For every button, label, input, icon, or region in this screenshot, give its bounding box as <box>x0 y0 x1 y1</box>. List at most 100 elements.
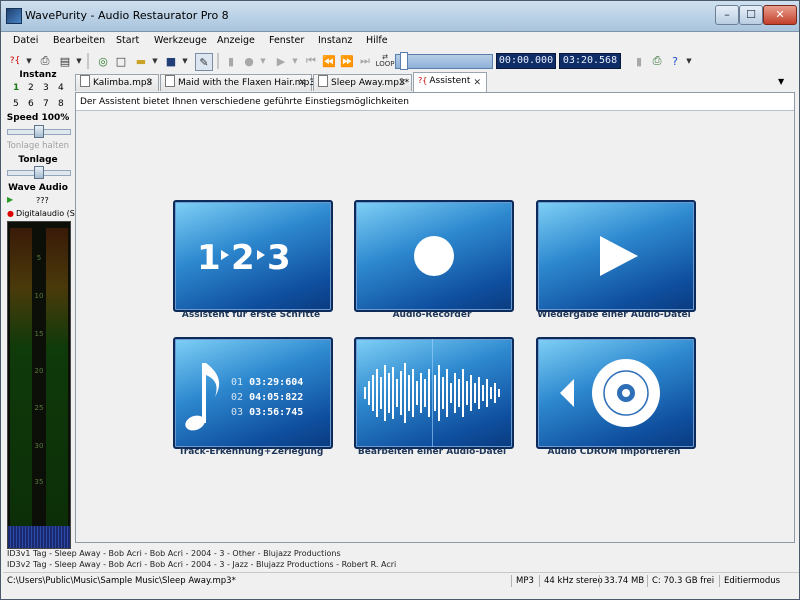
instance-2[interactable]: 2 <box>28 83 34 93</box>
tonlage-slider[interactable] <box>7 166 71 179</box>
close-icon[interactable]: ✕ <box>145 75 153 91</box>
tile-erste-schritte[interactable]: 1 2 3 <box>173 200 333 312</box>
record-icon <box>414 236 454 276</box>
fast-forward-icon[interactable]: ⏩ <box>339 53 355 69</box>
vu-tick: 25 <box>34 404 44 412</box>
skip-start-icon[interactable]: ⏮ <box>303 53 319 69</box>
assistant-info: Der Assistent bietet Ihnen verschiedene … <box>76 93 794 111</box>
open-folder-icon[interactable]: ▬ <box>133 53 149 69</box>
close-icon[interactable]: ✕ <box>473 75 481 91</box>
instance-5[interactable]: 5 <box>13 99 19 109</box>
loop-icon[interactable]: ⇄ LOOP <box>375 53 395 69</box>
instance-1[interactable]: 1 <box>13 83 19 93</box>
vu-right-channel <box>46 228 68 528</box>
vu-tick: 5 <box>36 254 42 262</box>
chevron-down-icon[interactable]: ▼ <box>259 53 267 69</box>
instanz-label: Instanz <box>19 70 57 80</box>
steps-123-icon: 1 2 3 <box>197 238 291 278</box>
document-icon <box>80 75 90 87</box>
menu-bearbeiten[interactable]: Bearbeiten <box>53 35 105 46</box>
instance-8[interactable]: 8 <box>58 99 64 109</box>
instance-3[interactable]: 3 <box>43 83 49 93</box>
menu-start[interactable]: Start <box>116 35 139 46</box>
tab-label: Assistent <box>429 76 471 86</box>
track-row: 03 03:56:745 <box>231 405 303 420</box>
tonlage-slider-knob[interactable] <box>34 166 44 179</box>
play-button[interactable]: ▶ <box>273 53 289 69</box>
tile-label: Audio CDROM importieren <box>547 447 681 457</box>
menu-datei[interactable]: Datei <box>13 35 38 46</box>
menu-hilfe[interactable]: Hilfe <box>366 35 388 46</box>
assistant-toggle-icon[interactable]: ✎ <box>195 53 213 71</box>
printer-icon[interactable]: ⎙ <box>649 53 665 69</box>
instance-6[interactable]: 6 <box>28 99 34 109</box>
track-time: 04:05:822 <box>249 392 304 403</box>
stop-icon[interactable]: ▮ <box>223 53 239 69</box>
skip-end-icon[interactable]: ⏭ <box>357 53 373 69</box>
tonlage-label: Tonlage <box>18 155 58 165</box>
app-icon[interactable] <box>6 8 22 24</box>
menu-fenster[interactable]: Fenster <box>269 35 304 46</box>
speed-slider[interactable] <box>7 125 71 138</box>
new-file-icon[interactable]: □ <box>113 53 129 69</box>
help-context-icon[interactable]: ?{ <box>7 53 23 69</box>
help-icon[interactable]: ? <box>667 53 683 69</box>
cdrom-icon <box>560 359 660 427</box>
status-bar: C:\Users\Public\Music\Sample Music\Sleep… <box>3 572 799 589</box>
chevron-down-icon[interactable]: ▼ <box>25 53 33 69</box>
instance-4[interactable]: 4 <box>58 83 64 93</box>
track-number: 03 <box>231 407 244 418</box>
chevron-down-icon[interactable]: ▼ <box>685 53 693 69</box>
chevron-down-icon[interactable]: ▼ <box>181 53 189 69</box>
vu-tick: 35 <box>34 478 44 486</box>
record-indicator-icon: ● <box>7 209 14 218</box>
menu-bar: Datei Bearbeiten Start Werkzeuge Anzeige… <box>1 32 799 50</box>
close-icon[interactable]: ✕ <box>398 75 406 91</box>
menu-instanz[interactable]: Instanz <box>318 35 352 46</box>
position-slider-thumb[interactable] <box>399 52 408 70</box>
chevron-down-icon[interactable]: ▼ <box>291 53 299 69</box>
audio-device-label: Digitalaudio (S/ <box>16 209 78 218</box>
print-icon[interactable]: ⎙ <box>37 53 53 69</box>
position-slider[interactable] <box>395 54 493 69</box>
vu-left-channel <box>10 228 32 528</box>
properties-icon[interactable]: ▤ <box>57 53 73 69</box>
close-icon[interactable]: ✕ <box>298 75 306 91</box>
speed-slider-knob[interactable] <box>34 125 44 138</box>
tab-label: Maid with the Flaxen Hair.mp3 <box>178 78 316 88</box>
length-time-display: 03:20.568 <box>559 53 621 69</box>
title-bar[interactable]: WavePurity - Audio Restaurator Pro 8 – ☐… <box>1 1 799 32</box>
rewind-icon[interactable]: ⏪ <box>321 53 337 69</box>
tile-track-erkennung[interactable]: 01 03:29:604 02 04:05:822 03 03:56:745 <box>173 337 333 449</box>
speaker-icon[interactable]: ▮ <box>631 53 647 69</box>
chevron-down-icon[interactable]: ▼ <box>151 53 159 69</box>
minimize-button[interactable]: – <box>715 5 739 25</box>
menu-anzeige[interactable]: Anzeige <box>217 35 255 46</box>
track-time: 03:29:604 <box>249 377 304 388</box>
tile-wiedergabe[interactable] <box>536 200 696 312</box>
save-icon[interactable]: ■ <box>163 53 179 69</box>
tile-bearbeiten[interactable] <box>354 337 514 449</box>
cd-icon[interactable]: ◎ <box>95 53 111 69</box>
instance-7[interactable]: 7 <box>43 99 49 109</box>
vu-spectrum <box>8 526 70 548</box>
record-button[interactable]: ● <box>241 53 257 69</box>
maximize-button[interactable]: ☐ <box>739 5 763 25</box>
chevron-down-icon[interactable]: ▼ <box>75 53 83 69</box>
status-mode: Editiermodus <box>719 575 794 587</box>
close-button[interactable]: ✕ <box>763 5 797 25</box>
waveform-icon <box>364 339 500 447</box>
tab-sleep-away[interactable]: Sleep Away.mp3* ✕ <box>313 74 412 91</box>
menu-werkzeuge[interactable]: Werkzeuge <box>154 35 207 46</box>
track-number: 01 <box>231 377 244 388</box>
id3v2-tag: ID3v2 Tag - Sleep Away - Bob Acri - Bob … <box>7 560 397 569</box>
tile-audio-recorder[interactable] <box>354 200 514 312</box>
tab-kalimba[interactable]: Kalimba.mp3 ✕ <box>75 74 159 91</box>
tile-cdrom-import[interactable] <box>536 337 696 449</box>
loop-label: LOOP <box>375 60 395 68</box>
track-row: 01 03:29:604 <box>231 375 303 390</box>
tab-maid-with-the-flaxen-hair[interactable]: Maid with the Flaxen Hair.mp3 ✕ <box>160 74 316 91</box>
tab-assistent[interactable]: ?{Assistent ✕ <box>413 72 487 92</box>
track-number: 02 <box>231 392 244 403</box>
tabs-menu-chevron-icon[interactable]: ▼ <box>778 77 784 86</box>
